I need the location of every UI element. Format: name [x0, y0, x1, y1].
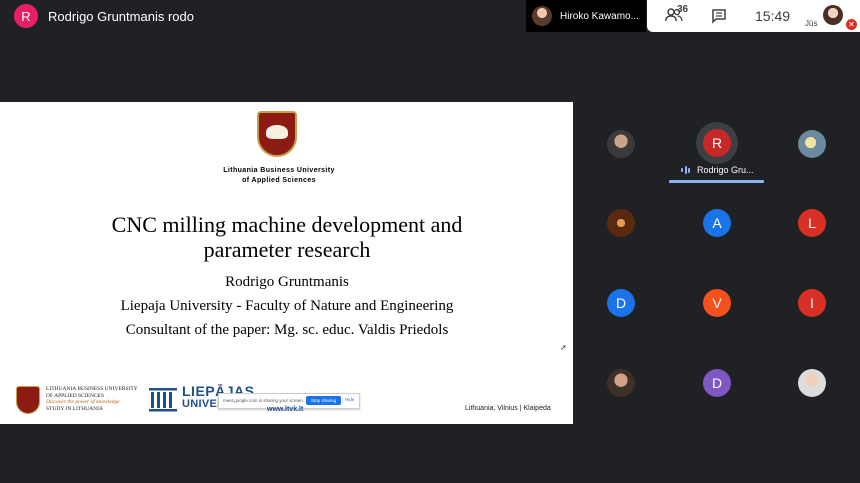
participant-tile-initial[interactable]: D [607, 289, 635, 317]
participant-tile-initial[interactable]: I [798, 289, 826, 317]
shared-screen-slide: Lithuania Business University of Applied… [0, 102, 573, 424]
liepaja-columns-logo-icon [149, 388, 177, 412]
ltvk-crest-logo [16, 386, 40, 414]
university-name-line-2: of Applied Sciences [242, 177, 316, 184]
participant-initial: I [810, 295, 814, 311]
active-speaker-tile[interactable]: R [703, 129, 731, 157]
participant-count: 36 [677, 4, 689, 15]
chat-icon [712, 9, 726, 24]
footer-location: Lithuania, Vilnius | Klaipėda [465, 405, 551, 412]
pinned-participant-tile[interactable]: Hiroko Kawamo... [526, 0, 646, 32]
pinned-participant-name: Hiroko Kawamo... [560, 10, 639, 22]
slide-title-line-2: parameter research [203, 237, 371, 262]
speaking-indicator-bar [669, 180, 764, 183]
slide-title: CNC milling machine development and para… [60, 212, 514, 262]
hide-notification-button[interactable]: Hide [345, 397, 354, 402]
mouse-cursor-icon: ➚ [560, 343, 567, 352]
presenter-name: Rodrigo Gruntmanis rodo [48, 8, 194, 24]
meeting-clock: 15:49 [755, 8, 791, 24]
ltvk-line-1: LITHUANIA BUSINESS UNIVERSITY [46, 386, 138, 392]
participant-initial: D [711, 375, 723, 391]
university-crest-logo [257, 111, 297, 157]
participant-tile-photo[interactable] [798, 130, 826, 158]
mic-off-icon: ✕ [846, 19, 857, 30]
presenter-initial: R [21, 8, 31, 24]
ltvk-footer-text: LITHUANIA BUSINESS UNIVERSITY OF APPLIED… [46, 386, 138, 412]
participant-initial: L [808, 215, 816, 231]
slide-consultant: Consultant of the paper: Mg. sc. educ. V… [125, 322, 449, 338]
participant-tile-photo[interactable] [798, 369, 826, 397]
active-speaker-name: Rodrigo Gru... [697, 165, 754, 175]
participant-tile-photo[interactable] [607, 209, 635, 237]
participant-tile-initial[interactable]: L [798, 209, 826, 237]
presenter-avatar: R [14, 4, 38, 28]
slide-author: Rodrigo Gruntmanis [225, 274, 349, 290]
self-label: Jūs [805, 19, 818, 28]
sharing-message: meet.google.com is sharing your screen. [223, 398, 305, 403]
university-name-line-1: Lithuania Business University [223, 167, 335, 174]
participant-tile-initial[interactable]: V [703, 289, 731, 317]
participant-initial: A [712, 215, 722, 231]
slide-affiliation: Liepaja University - Faculty of Nature a… [120, 298, 454, 314]
top-bar: R Rodrigo Gruntmanis rodo Hiroko Kawamo.… [0, 0, 860, 32]
participant-photo [532, 6, 552, 26]
presenter-indicator: R Rodrigo Gruntmanis rodo [14, 4, 194, 28]
participant-tile-initial[interactable]: D [703, 369, 731, 397]
chat-button[interactable] [711, 8, 727, 29]
stop-sharing-button[interactable]: Stop sharing [306, 396, 341, 405]
active-speaker-initial: R [711, 135, 723, 151]
meeting-controls-panel: 36 15:49 Jūs ✕ [647, 0, 860, 32]
footer-website: www.ltvk.lt [267, 406, 304, 413]
participant-tile-photo[interactable] [607, 130, 635, 158]
ltvk-subline: STUDY IN LITHUANIA [46, 405, 103, 412]
participant-tile-initial[interactable]: A [703, 209, 731, 237]
participant-initial: D [615, 295, 627, 311]
university-name: Lithuania Business University of Applied… [196, 166, 362, 186]
participant-initial: V [712, 295, 722, 311]
participant-tile-photo[interactable] [607, 369, 635, 397]
slide-title-line-1: CNC milling machine development and [111, 212, 463, 237]
speaking-equalizer-icon [681, 166, 691, 174]
active-speaker-label: Rodrigo Gru... [681, 165, 754, 175]
self-avatar[interactable] [823, 5, 843, 25]
